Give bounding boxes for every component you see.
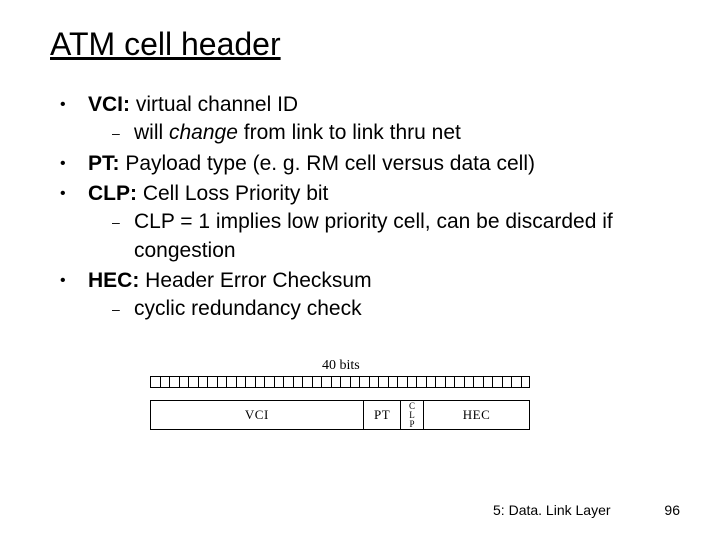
clp-sub: CLP = 1 implies low priority cell, can b… bbox=[112, 208, 670, 265]
vci-sub-b: change bbox=[169, 121, 238, 144]
vci-text: virtual channel ID bbox=[130, 93, 298, 116]
clp-label: CLP: bbox=[88, 182, 137, 205]
clp-text: Cell Loss Priority bit bbox=[137, 182, 328, 205]
clp-p: P bbox=[410, 420, 416, 429]
vci-sub-c: from link to link thru net bbox=[238, 121, 461, 144]
slide-title: ATM cell header bbox=[50, 26, 670, 63]
bullet-vci: VCI: virtual channel ID will change from… bbox=[60, 91, 670, 148]
vci-sub: will change from link to link thru net bbox=[112, 119, 670, 147]
bullet-pt: PT: Payload type (e. g. RM cell versus d… bbox=[60, 150, 670, 178]
bullet-list: VCI: virtual channel ID will change from… bbox=[50, 91, 670, 324]
hec-label: HEC: bbox=[88, 269, 139, 292]
field-boxes: VCI PT C L P HEC bbox=[150, 400, 530, 430]
pt-label: PT: bbox=[88, 152, 120, 175]
field-clp: C L P bbox=[400, 401, 423, 429]
bits-label: 40 bits bbox=[322, 358, 360, 374]
bit-ruler bbox=[150, 376, 530, 388]
pt-text: Payload type (e. g. RM cell versus data … bbox=[120, 152, 536, 175]
footer: 5: Data. Link Layer 96 bbox=[493, 502, 680, 518]
field-vci: VCI bbox=[151, 401, 363, 429]
footer-page: 96 bbox=[664, 502, 680, 518]
hec-text: Header Error Checksum bbox=[139, 269, 371, 292]
field-hec: HEC bbox=[423, 401, 529, 429]
vci-sub-a: will bbox=[134, 121, 169, 144]
footer-chapter: 5: Data. Link Layer bbox=[493, 502, 611, 518]
field-pt: PT bbox=[363, 401, 401, 429]
bullet-clp: CLP: Cell Loss Priority bit CLP = 1 impl… bbox=[60, 180, 670, 265]
vci-label: VCI: bbox=[88, 93, 130, 116]
bullet-hec: HEC: Header Error Checksum cyclic redund… bbox=[60, 267, 670, 324]
slide: ATM cell header VCI: virtual channel ID … bbox=[0, 0, 720, 540]
hec-sub: cyclic redundancy check bbox=[112, 295, 670, 323]
